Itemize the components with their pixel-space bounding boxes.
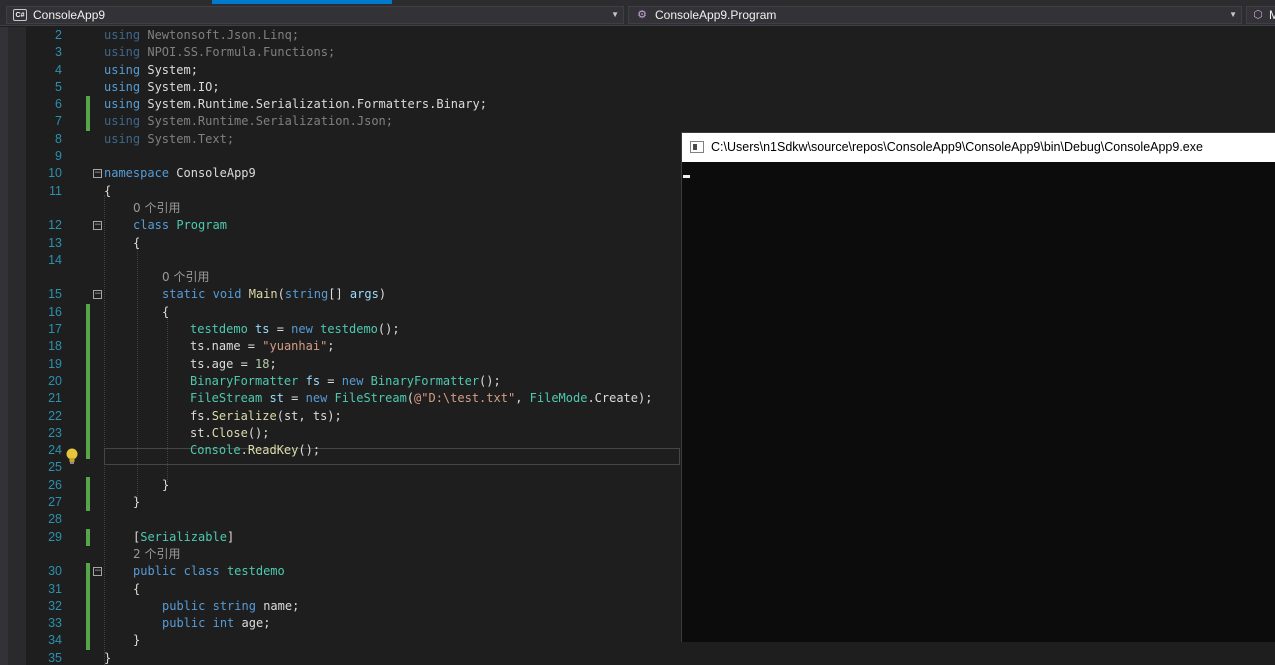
code-line: 2 using Newtonsoft.Json.Linq; xyxy=(55,28,300,42)
change-marker xyxy=(86,528,90,546)
change-marker xyxy=(86,563,90,581)
change-marker xyxy=(86,407,90,425)
collapse-toggle[interactable]: − xyxy=(93,169,102,179)
collapse-toggle[interactable]: − xyxy=(93,221,102,231)
change-marker xyxy=(86,580,90,598)
console-app-icon xyxy=(690,141,704,153)
change-marker xyxy=(86,597,90,616)
console-output[interactable] xyxy=(682,162,1275,642)
chevron-down-icon: ▼ xyxy=(1229,10,1237,19)
glyph-margin xyxy=(8,27,26,665)
change-marker xyxy=(86,632,90,650)
change-marker xyxy=(86,442,90,460)
method-icon: ⬡ xyxy=(1253,9,1263,21)
navigation-bar: C# ConsoleApp9 ▼ ⚙ ConsoleApp9.Program ▼… xyxy=(0,4,1275,26)
change-marker xyxy=(86,372,90,391)
change-marker xyxy=(86,355,90,373)
change-marker xyxy=(86,615,90,633)
class-icon: ⚙ xyxy=(637,9,647,21)
class-dropdown-label: ConsoleApp9.Program xyxy=(655,8,777,22)
change-marker xyxy=(86,338,90,356)
member-dropdown-label: M xyxy=(1269,8,1275,22)
project-dropdown-label: ConsoleApp9 xyxy=(33,8,106,22)
code-line: 7 using System.Runtime.Serialization.Json… xyxy=(26,113,1275,131)
code-line: 3 using NPOI.SS.Formula.Functions; xyxy=(55,45,336,60)
console-window[interactable]: C:\Users\n1Sdkw\source\repos\ConsoleApp9… xyxy=(681,132,1275,642)
code-line: 4 using System; xyxy=(55,62,198,77)
code-lens-references[interactable]: 0 个引用 xyxy=(162,269,209,286)
code-lens-references[interactable]: 2 个引用 xyxy=(133,546,180,563)
change-marker xyxy=(86,321,90,339)
member-dropdown[interactable]: ⬡ M xyxy=(1246,6,1275,24)
code-line: 5 using System.IO; xyxy=(55,79,220,94)
chevron-down-icon: ▼ xyxy=(611,10,619,19)
console-title: C:\Users\n1Sdkw\source\repos\ConsoleApp9… xyxy=(711,140,1203,154)
collapse-toggle[interactable]: − xyxy=(93,290,102,300)
class-dropdown[interactable]: ⚙ ConsoleApp9.Program ▼ xyxy=(628,6,1242,24)
change-marker xyxy=(86,476,90,495)
code-line: 6 using System.Runtime.Serialization.Form… xyxy=(26,96,1275,114)
change-marker xyxy=(86,113,90,131)
code-lens-references[interactable]: 0 个引用 xyxy=(133,200,180,217)
project-dropdown[interactable]: C# ConsoleApp9 ▼ xyxy=(6,6,624,24)
collapse-toggle[interactable]: − xyxy=(93,567,102,577)
change-marker xyxy=(86,303,90,322)
editor-left-margin xyxy=(0,27,8,665)
change-marker xyxy=(86,424,90,443)
console-title-bar[interactable]: C:\Users\n1Sdkw\source\repos\ConsoleApp9… xyxy=(682,133,1275,162)
change-marker xyxy=(86,494,90,512)
change-marker xyxy=(86,390,90,408)
csharp-project-icon: C# xyxy=(13,9,27,21)
console-cursor xyxy=(683,175,690,178)
change-marker xyxy=(86,96,90,114)
code-line: 35} xyxy=(48,650,112,665)
